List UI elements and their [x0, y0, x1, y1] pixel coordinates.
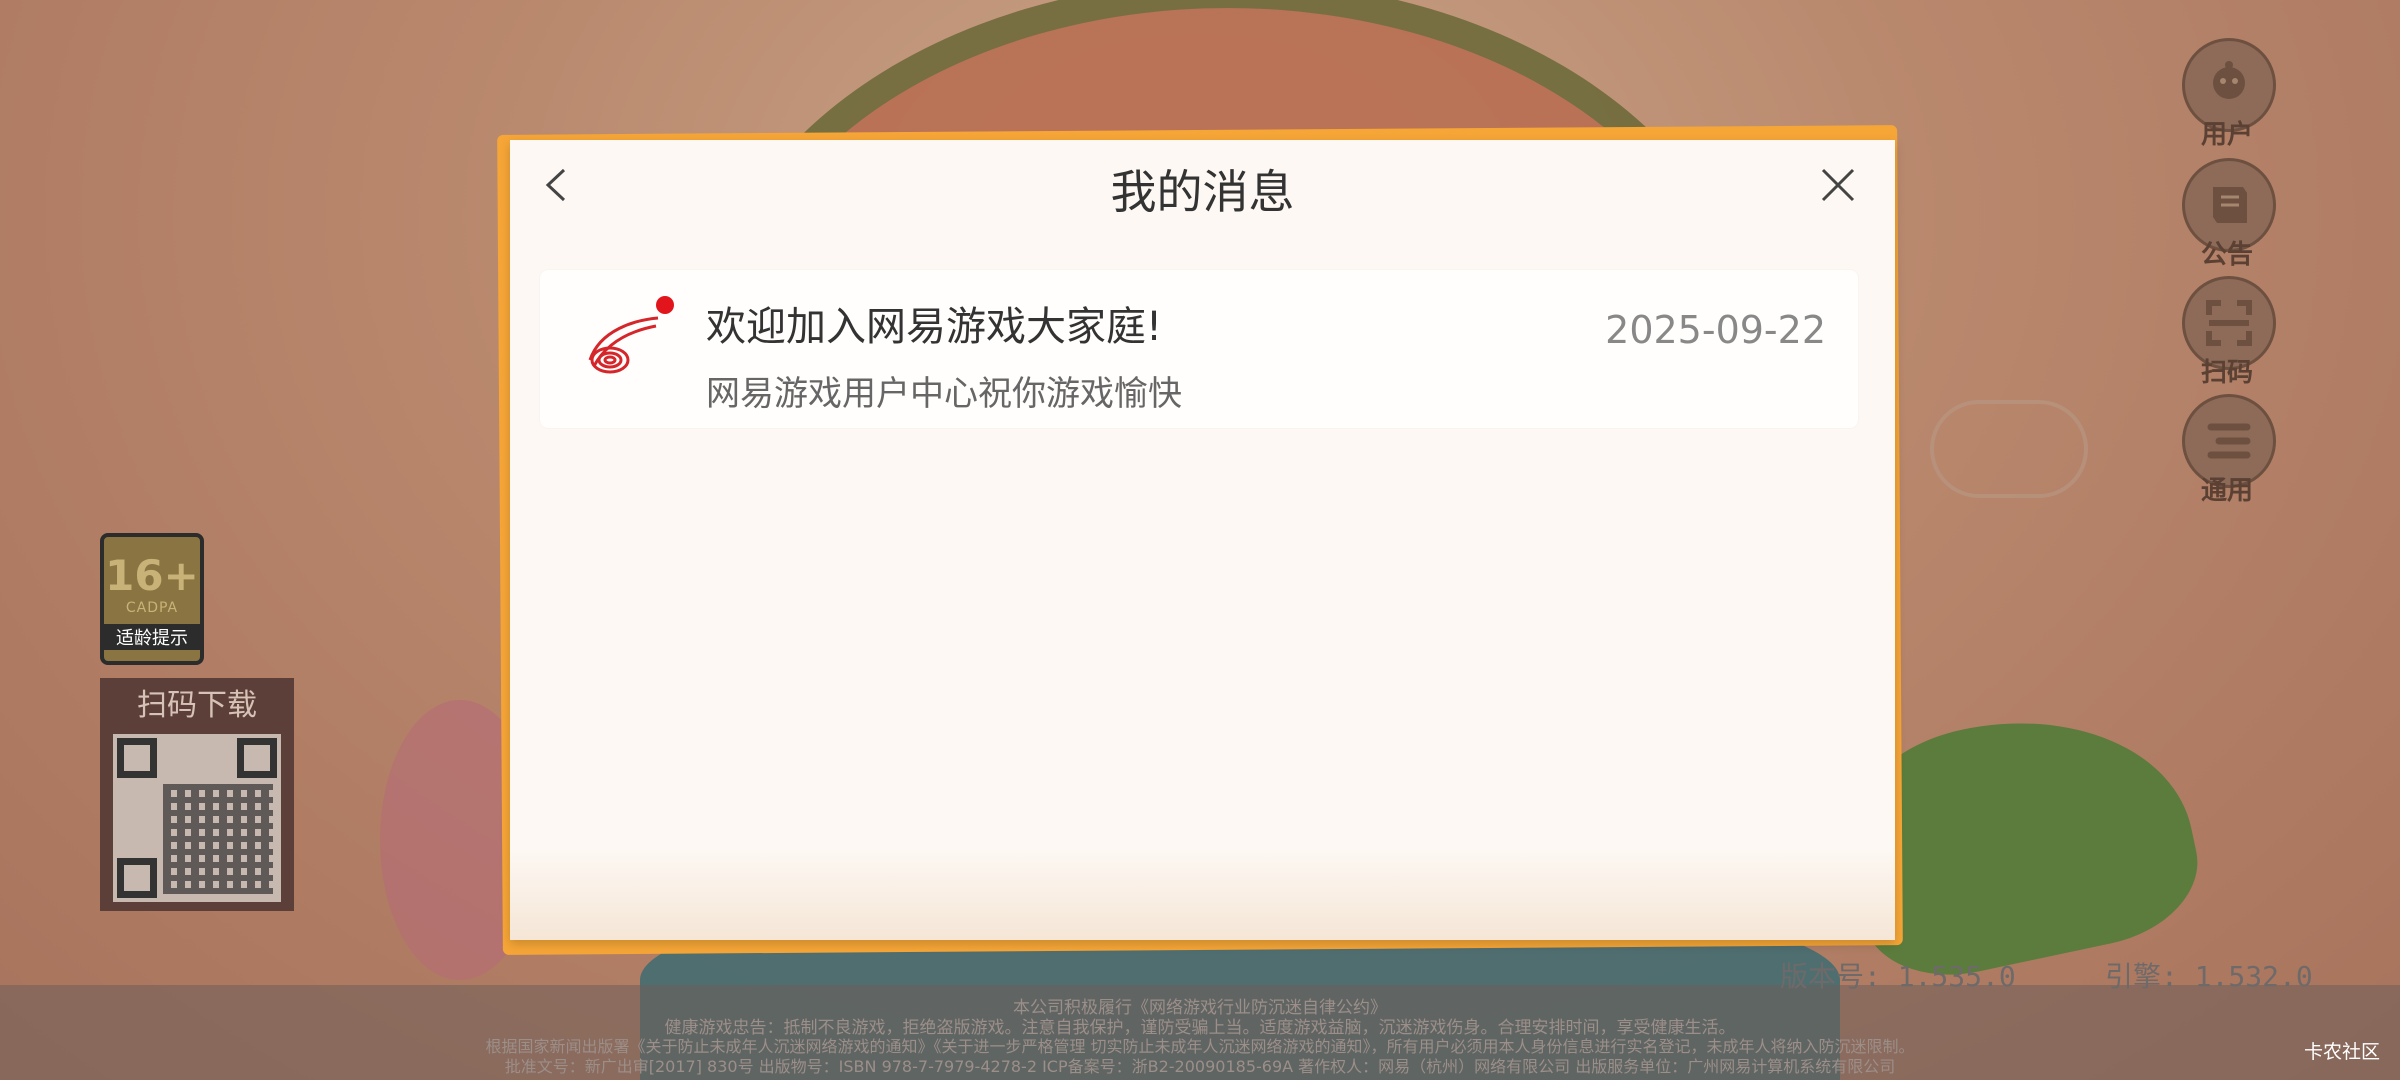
qr-finder-pattern [117, 858, 157, 898]
messages-modal: 我的消息 欢迎加入网易游戏大家庭! 网易游戏用户中心祝你游戏愉快 2025-09… [510, 140, 1895, 940]
side-button-label: 通用 [2200, 476, 2253, 506]
age-rating-org: CADPA [125, 600, 179, 616]
side-button-label: 公告 [2200, 240, 2253, 270]
notice-line: 批准文号：新广出审[2017] 830号 出版物号：ISBN 978-7-797… [504, 1057, 1896, 1076]
version-label: 版本号: 1.535.0 [1780, 960, 2016, 993]
qr-finder-pattern [237, 738, 277, 778]
message-title: 欢迎加入网易游戏大家庭! [706, 304, 1163, 350]
age-rating-badge: 16+ CADPA 适龄提示 [100, 533, 204, 665]
engine-version-label: 引擎: 1.532.0 [2105, 960, 2313, 993]
netease-logo-icon [580, 300, 666, 386]
side-button-scan[interactable]: 扫码 [2182, 276, 2276, 389]
side-button-general[interactable]: 通用 [2182, 394, 2276, 507]
background-cloud [1930, 400, 2088, 498]
side-button-notice[interactable]: 公告 [2182, 158, 2276, 271]
age-rating: 16+ [105, 551, 199, 600]
side-button-label: 扫码 [2200, 358, 2253, 388]
modal-title: 我的消息 [1110, 165, 1295, 219]
community-link[interactable]: 卡农社区 [2304, 1037, 2380, 1064]
qr-code-image [113, 734, 281, 902]
message-list-item[interactable]: 欢迎加入网易游戏大家庭! 网易游戏用户中心祝你游戏愉快 2025-09-22 [540, 270, 1858, 428]
message-subtitle: 网易游戏用户中心祝你游戏愉快 [706, 374, 1182, 414]
unread-indicator [656, 296, 674, 314]
close-icon[interactable] [1811, 158, 1865, 212]
qr-download-title: 扫码下载 [137, 688, 257, 723]
age-rating-tip: 适龄提示 [104, 624, 200, 650]
qr-finder-pattern [117, 738, 157, 778]
qr-data-modules [163, 784, 273, 894]
modal-footer-decoration [510, 850, 1895, 940]
message-date: 2025-09-22 [1605, 308, 1826, 352]
side-button-label: 用户 [2200, 120, 2253, 150]
side-button-user[interactable]: 用户 [2182, 38, 2276, 151]
qr-download-panel: 扫码下载 [100, 678, 294, 911]
